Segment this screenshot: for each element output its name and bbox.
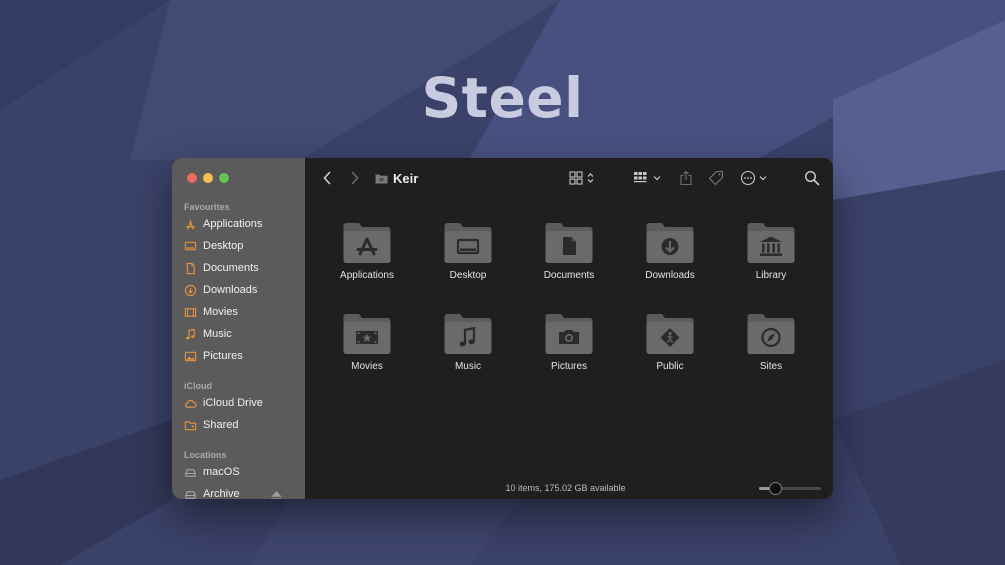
- sidebar-item-downloads[interactable]: Downloads: [184, 280, 299, 300]
- film-icon: [184, 307, 197, 317]
- sidebar-item-music[interactable]: Music: [184, 324, 299, 344]
- minimize-window-button[interactable]: [203, 173, 213, 183]
- download-icon: [184, 284, 197, 296]
- zoom-window-button[interactable]: [219, 173, 229, 183]
- applications-icon: [185, 220, 196, 230]
- sidebar-item-label: Downloads: [203, 284, 258, 296]
- sidebar-item-label: Shared: [203, 419, 239, 431]
- music-folder-icon: [444, 314, 492, 354]
- folder-item-label: Music: [454, 361, 482, 372]
- folder-item-pictures[interactable]: Pictures: [524, 313, 614, 372]
- finder-window: Favourites Applications Desktop Document…: [172, 158, 833, 499]
- folder-item-label: Applications: [340, 270, 394, 281]
- picture-icon: [184, 351, 197, 361]
- folder-item-label: Downloads: [645, 270, 695, 281]
- window-path-title: Keir: [375, 169, 418, 187]
- library-folder-icon: [747, 223, 795, 263]
- chevron-right-icon: [351, 171, 359, 185]
- folder-item-label: Documents: [543, 270, 595, 281]
- movies-folder-icon: [343, 314, 391, 354]
- folder-item-documents[interactable]: Documents: [524, 222, 614, 281]
- folder-icon: [375, 174, 388, 183]
- ellipsis-circle-icon: [740, 170, 767, 186]
- tag-button[interactable]: [707, 169, 725, 187]
- public-folder-icon: [646, 314, 694, 354]
- pictures-folder-icon: [545, 314, 593, 354]
- tag-icon: [708, 170, 724, 186]
- disk-icon: [185, 468, 196, 477]
- sidebar-item-applications[interactable]: Applications: [184, 214, 299, 234]
- sidebar-item-label: Music: [203, 328, 232, 340]
- cloud-icon: [185, 399, 197, 408]
- sidebar-heading-locations: Locations: [184, 450, 227, 460]
- icon-view-grid-icon: [569, 171, 594, 185]
- sidebar-heading-icloud: iCloud: [184, 381, 212, 391]
- chevron-left-icon: [323, 171, 331, 185]
- documents-folder-icon: [545, 223, 593, 263]
- sidebar-item-label: Archive: [203, 488, 240, 499]
- close-window-button[interactable]: [187, 173, 197, 183]
- shared-folder-icon: [184, 420, 197, 430]
- sidebar-item-label: Applications: [203, 218, 263, 230]
- document-icon: [186, 262, 195, 274]
- group-button[interactable]: [633, 169, 665, 187]
- folder-item-public[interactable]: Public: [625, 313, 715, 372]
- group-grid-icon: [634, 172, 661, 183]
- desktop-folder-icon: [444, 223, 492, 263]
- more-actions-button[interactable]: [739, 169, 773, 187]
- search-button[interactable]: [803, 169, 821, 187]
- sidebar-item-label: Desktop: [203, 240, 244, 252]
- status-bar-text: 10 items, 175.02 GB available: [505, 483, 626, 493]
- share-button[interactable]: [677, 169, 695, 187]
- folder-item-music[interactable]: Music: [423, 313, 513, 372]
- folder-item-desktop[interactable]: Desktop: [423, 222, 513, 281]
- view-mode-button[interactable]: [569, 169, 599, 187]
- folder-item-label: Desktop: [449, 270, 487, 281]
- share-icon: [680, 170, 692, 186]
- sidebar-item-documents[interactable]: Documents: [184, 258, 299, 278]
- icon-size-slider-knob[interactable]: [768, 482, 782, 495]
- folder-item-label: Library: [755, 270, 787, 281]
- main-pane: Keir Applications Desktop Documents Down…: [305, 158, 833, 499]
- folder-item-label: Public: [656, 361, 684, 372]
- forward-button[interactable]: [347, 169, 363, 187]
- sidebar-item-label: macOS: [203, 466, 240, 478]
- sidebar-item-shared[interactable]: Shared: [184, 415, 299, 435]
- folder-item-movies[interactable]: Movies: [322, 313, 412, 372]
- sidebar-item-desktop[interactable]: Desktop: [184, 236, 299, 256]
- folder-item-sites[interactable]: Sites: [726, 313, 816, 372]
- folder-item-applications[interactable]: Applications: [322, 222, 412, 281]
- sidebar-item-label: Documents: [203, 262, 259, 274]
- sidebar-item-macos[interactable]: macOS: [184, 462, 299, 482]
- hero-title: Steel: [421, 66, 584, 130]
- disk-icon: [185, 490, 196, 499]
- toolbar: Keir: [305, 158, 833, 198]
- music-note-icon: [186, 328, 195, 339]
- desktop-icon: [184, 241, 197, 250]
- applications-folder-icon: [343, 223, 391, 263]
- sidebar-item-label: Pictures: [203, 350, 243, 362]
- sidebar-heading-favourites: Favourites: [184, 202, 230, 212]
- folder-item-library[interactable]: Library: [726, 222, 816, 281]
- folder-item-downloads[interactable]: Downloads: [625, 222, 715, 281]
- search-icon: [804, 170, 820, 186]
- sidebar-item-movies[interactable]: Movies: [184, 302, 299, 322]
- folder-item-label: Sites: [759, 361, 783, 372]
- sites-folder-icon: [747, 314, 795, 354]
- sidebar-item-archive[interactable]: Archive: [184, 484, 299, 499]
- downloads-folder-icon: [646, 223, 694, 263]
- sidebar-item-icloud-drive[interactable]: iCloud Drive: [184, 393, 299, 413]
- sidebar: Favourites Applications Desktop Document…: [172, 158, 305, 499]
- sidebar-item-pictures[interactable]: Pictures: [184, 346, 299, 366]
- folder-item-label: Pictures: [550, 361, 588, 372]
- sidebar-item-label: Movies: [203, 306, 238, 318]
- sidebar-item-label: iCloud Drive: [203, 397, 263, 409]
- folder-item-label: Movies: [351, 361, 383, 372]
- path-title-label: Keir: [393, 170, 419, 186]
- eject-icon[interactable]: [270, 489, 283, 499]
- back-button[interactable]: [319, 169, 335, 187]
